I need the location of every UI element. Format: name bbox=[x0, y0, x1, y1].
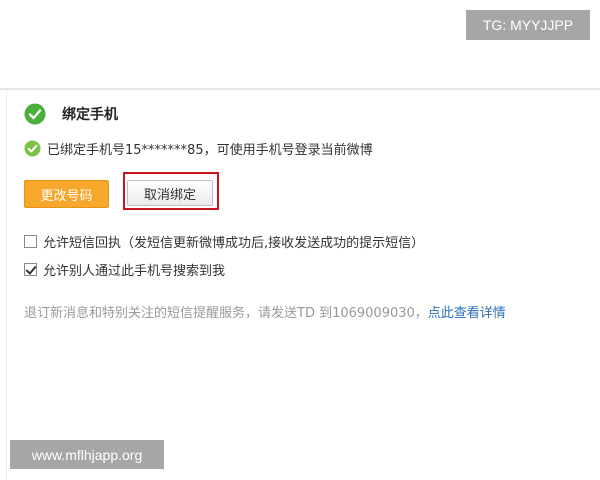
watermark-bottom: www.mflhjapp.org bbox=[10, 440, 164, 469]
check-circle-icon bbox=[24, 140, 41, 156]
left-divider bbox=[6, 90, 7, 480]
watermark-top: TG: MYYJJPP bbox=[466, 10, 590, 40]
top-divider bbox=[0, 88, 600, 90]
unbind-button[interactable]: 取消绑定 bbox=[127, 180, 213, 206]
check-circle-icon bbox=[24, 103, 46, 125]
option-phone-search[interactable]: 允许别人通过此手机号搜索到我 bbox=[24, 260, 226, 279]
notice-text: 退订新消息和特别关注的短信提醒服务，请发送TD 到1069009030， bbox=[24, 306, 428, 321]
details-link[interactable]: 点此查看详情 bbox=[428, 306, 506, 321]
sms-receipt-checkbox[interactable] bbox=[24, 234, 37, 248]
unsubscribe-notice: 退订新消息和特别关注的短信提醒服务，请发送TD 到1069009030，点此查看… bbox=[24, 302, 506, 321]
section-header: 绑定手机 bbox=[24, 102, 118, 126]
phone-search-label: 允许别人通过此手机号搜索到我 bbox=[43, 263, 226, 279]
option-sms-receipt[interactable]: 允许短信回执（发短信更新微博成功后,接收发送成功的提示短信） bbox=[24, 232, 425, 251]
phone-search-checkbox[interactable] bbox=[24, 262, 37, 276]
bound-status-row: 已绑定手机号15*******85，可使用手机号登录当前微博 bbox=[24, 138, 373, 158]
section-title: 绑定手机 bbox=[62, 107, 118, 123]
sms-receipt-label: 允许短信回执（发短信更新微博成功后,接收发送成功的提示短信） bbox=[43, 235, 425, 251]
change-number-button[interactable]: 更改号码 bbox=[24, 180, 109, 208]
bound-status-text: 已绑定手机号15*******85，可使用手机号登录当前微博 bbox=[47, 142, 373, 158]
